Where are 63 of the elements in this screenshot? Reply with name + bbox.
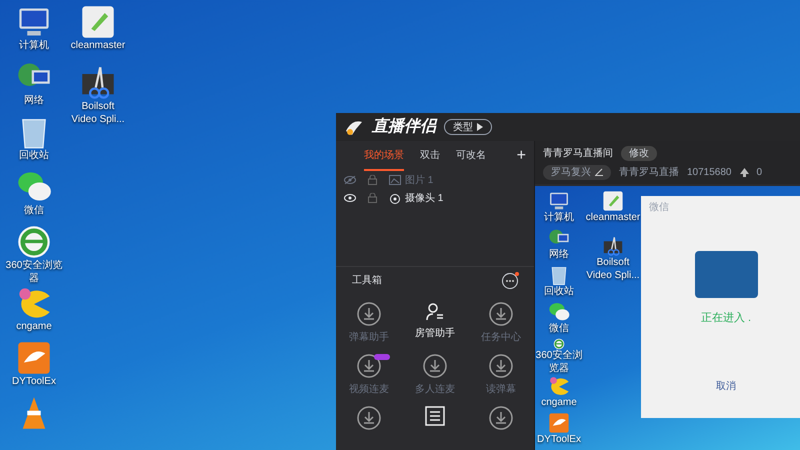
icon-label: DYToolEx [537,434,581,446]
browser-e-icon [16,224,52,260]
room-id: 10715680 [687,166,732,180]
word-box-icon [425,406,445,426]
avatar-placeholder [694,251,758,298]
popularity-count: 0 [756,166,762,180]
icon-label: cngame [541,397,577,410]
type-button[interactable]: 类型 [444,119,492,135]
download-icon [489,302,513,326]
image-icon [389,175,401,185]
play-icon [477,123,483,131]
icon-label: 网络 [24,95,44,108]
status-text: 正在进入 . [700,311,752,326]
person-list-icon [425,302,445,322]
scene-tab[interactable]: 我的场景 [364,141,404,171]
more-button[interactable] [502,272,518,288]
icon-label: 计算机 [19,40,49,52]
tool-button[interactable]: 房管助手 [402,302,468,346]
icon-label: 360安全浏览器 [4,260,64,285]
dialog-title: 微信 [648,201,670,215]
camera-icon [389,192,401,204]
icon-label: cleanmaster [586,212,640,224]
broom-icon [602,190,624,212]
download-icon [357,406,381,430]
icon-label: 360安全浏览器 [535,350,583,375]
edit-button[interactable]: 修改 [621,146,657,160]
download-icon [489,354,513,378]
lock-icon[interactable] [368,193,377,203]
icon-label: 回收站 [544,286,574,298]
computer-icon [548,190,570,212]
icon-label: 网络 [549,249,569,262]
room-name: 青青罗马直播间 [543,146,613,160]
download-icon [357,354,381,378]
icon-label: 计算机 [544,212,574,224]
icon-label: cleanmaster [70,40,126,52]
add-scene-button[interactable]: + [516,148,526,164]
pacman-icon [548,375,570,397]
eye-slash-icon[interactable] [344,176,356,184]
chat-bubbles-icon [548,301,570,323]
icon-label: 回收站 [19,150,49,162]
icon-label: Boilsoft Video Spli... [70,101,126,126]
icon-label: 微信 [24,205,44,218]
scene-tab[interactable]: 双击 [420,141,440,171]
category-button[interactable]: 罗马复兴 [543,164,611,180]
icon-label: 微信 [549,323,569,336]
download-icon [357,302,381,326]
source-name[interactable]: 摄像头 1 [405,190,444,206]
eye-icon[interactable] [344,194,356,202]
icon-label: DYToolEx [12,376,56,388]
icon-label: cngame [16,321,52,334]
cancel-button[interactable]: 取消 [716,379,736,394]
pencil-icon [595,168,603,176]
toolbox-title: 工具箱 [352,274,382,288]
broom-icon [80,4,116,40]
icon-label: Boilsoft Video Spli... [585,257,641,282]
lock-icon[interactable] [368,175,377,185]
scissors-icon [602,236,624,257]
scene-tab[interactable]: 可改名 [456,141,486,171]
app-title: 直播伴侣 [372,116,436,137]
streamer-name: 青青罗马直播 [619,166,679,180]
scissors-icon [80,65,116,101]
download-icon [489,406,513,430]
download-icon [423,354,447,378]
